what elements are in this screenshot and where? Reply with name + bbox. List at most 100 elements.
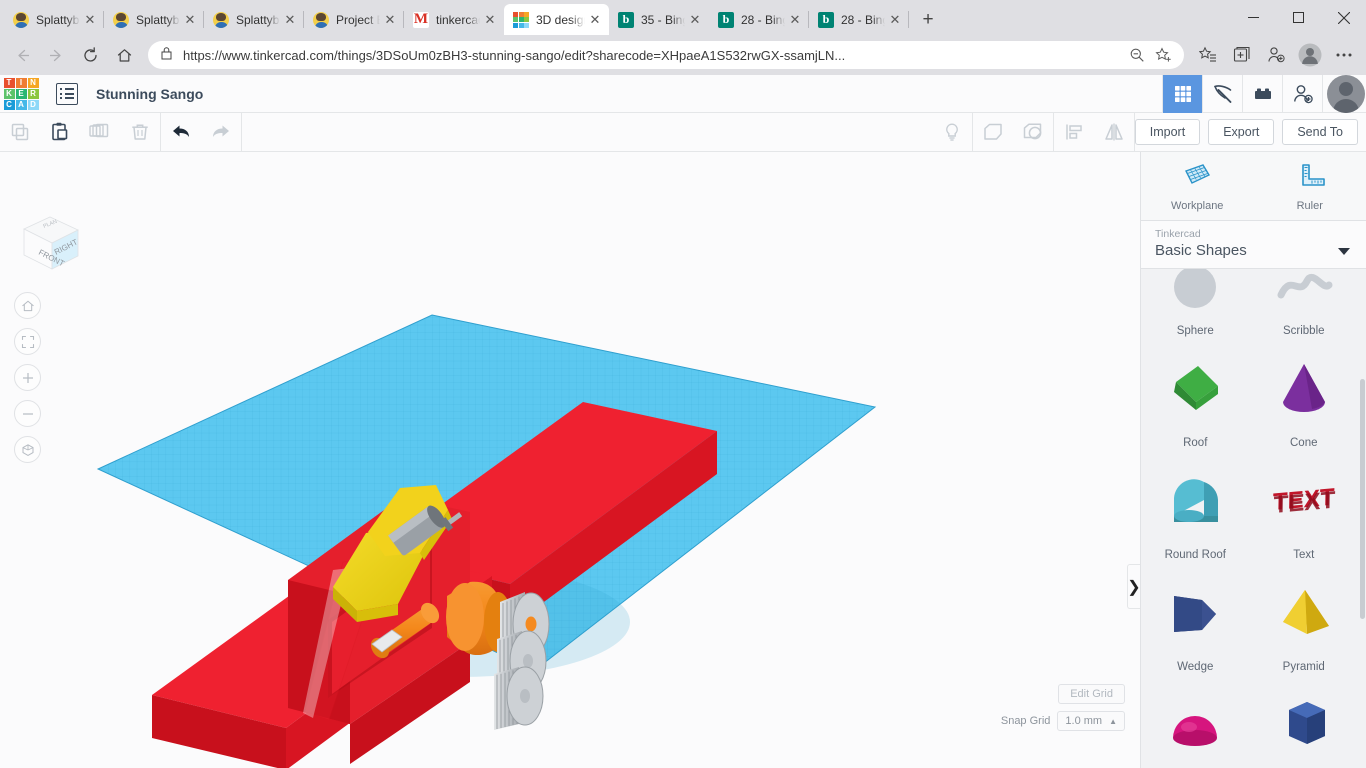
shape-label: Roof [1183,437,1207,449]
send-to-button[interactable]: Send To [1282,119,1358,145]
shape-item-polygon[interactable]: Polygon [1250,681,1359,768]
grid-gallery-icon[interactable] [1162,75,1202,113]
browser-tab[interactable]: Project Edit ✕ [304,4,404,35]
close-icon[interactable]: ✕ [380,10,400,30]
browser-tab[interactable]: Splattyboy' ✕ [204,4,304,35]
tab-title: 3D design S [536,13,585,27]
forward-arrow-icon[interactable] [40,40,72,70]
ungroup-icon[interactable] [1013,113,1053,152]
browser-tab-active[interactable]: 3D design S ✕ [504,4,609,35]
close-icon[interactable]: ✕ [585,10,605,30]
minimize-button[interactable] [1231,0,1276,35]
close-icon[interactable]: ✕ [80,10,100,30]
logo-letter: I [16,78,27,88]
close-icon[interactable]: ✕ [885,10,905,30]
shape-item-half-sphere[interactable]: Half Sphere [1141,681,1250,768]
panel-scrollbar[interactable] [1360,379,1365,619]
back-arrow-icon[interactable] [6,40,38,70]
browser-tab[interactable]: b 35 - Bing ✕ [609,4,709,35]
shape-item-cone[interactable]: Cone [1250,345,1359,457]
shape-library-select[interactable]: Tinkercad Basic Shapes [1141,221,1366,269]
browser-tab[interactable]: b 28 - Bing ✕ [709,4,809,35]
shape-item-roof[interactable]: Roof [1141,345,1250,457]
copy-icon[interactable] [0,113,40,152]
undo-icon[interactable] [161,113,201,152]
home-icon[interactable] [108,40,140,70]
browser-tab[interactable]: Splattyboy' ✕ [4,4,104,35]
shape-item-scribble[interactable]: Scribble [1250,269,1359,345]
close-icon[interactable]: ✕ [480,10,500,30]
new-tab-button[interactable]: + [913,5,943,35]
favorite-star-icon[interactable] [1150,42,1176,68]
view-cube[interactable]: FRONT RIGHT PLAN [14,207,86,279]
sphere-icon [1141,269,1250,323]
tinkercad-header: T I N K E R C A D Stunning Sango [0,75,1366,113]
3d-viewport[interactable]: FRONT RIGHT PLAN ❯ Edit [0,152,1140,768]
pickaxe-minecraft-icon[interactable] [1202,75,1242,113]
browser-profile-avatar[interactable] [1294,40,1326,70]
shape-item-text[interactable]: TEXT TEXT Text [1250,457,1359,569]
group-icon[interactable] [973,113,1013,152]
settings-more-icon[interactable] [1328,40,1360,70]
ruler-label: Ruler [1297,200,1323,212]
paste-icon[interactable] [40,113,80,152]
address-bar[interactable]: https://www.tinkercad.com/things/3DSoUm0… [148,41,1184,69]
model-gear-lower[interactable] [494,667,543,730]
collections-icon[interactable] [1226,40,1258,70]
close-icon[interactable]: ✕ [685,10,705,30]
svg-text:TEXT: TEXT [1273,487,1335,519]
panel-tools: Workplane Ruler [1141,152,1366,221]
browser-tab[interactable]: M tinkercad li ✕ [404,4,504,35]
close-icon[interactable]: ✕ [180,10,200,30]
redo-icon[interactable] [201,113,241,152]
shapes-panel: Workplane Ruler Tinkercad Basic Shapes [1140,152,1366,768]
zoom-out-icon[interactable] [14,400,41,427]
edit-grid-button[interactable]: Edit Grid [1058,684,1125,704]
shape-item-wedge[interactable]: Wedge [1141,569,1250,681]
avatar[interactable] [1322,75,1366,113]
zoom-in-icon[interactable] [14,364,41,391]
import-button[interactable]: Import [1135,119,1200,145]
lego-bricks-icon[interactable] [1242,75,1282,113]
maximize-button[interactable] [1276,0,1321,35]
profile-add-icon[interactable] [1260,40,1292,70]
tab-title: Splattyboy' [36,13,80,27]
browser-tab[interactable]: b 28 - Bing ✕ [809,4,909,35]
favorites-list-icon[interactable] [1192,40,1224,70]
bing-icon: b [818,12,834,28]
export-button[interactable]: Export [1208,119,1274,145]
panel-collapse-toggle[interactable]: ❯ [1127,564,1140,609]
browser-tab[interactable]: Splattyboy' ✕ [104,4,204,35]
page-title: Stunning Sango [96,86,203,102]
shape-item-round-roof[interactable]: Round Roof [1141,457,1250,569]
snap-grid-select[interactable]: 1.0 mm ▲ [1057,711,1125,731]
tab-title: 35 - Bing [641,13,685,27]
toolbar-divider [241,113,242,152]
tinkercad-logo-icon[interactable]: T I N K E R C A D [0,75,42,113]
editor-toolbar: Import Export Send To [0,113,1366,152]
invite-person-icon[interactable] [1282,75,1322,113]
light-bulb-icon[interactable] [932,113,972,152]
close-icon[interactable]: ✕ [280,10,300,30]
refresh-icon[interactable] [74,40,106,70]
header-actions [1162,75,1366,113]
close-window-button[interactable] [1321,0,1366,35]
workplane-tool[interactable]: Workplane [1141,162,1254,212]
mirror-icon[interactable] [1094,113,1134,152]
snap-grid-label: Snap Grid [1001,715,1051,727]
hamburger-list-icon[interactable] [56,83,78,105]
shape-list[interactable]: Sphere Scribble [1141,269,1366,768]
align-icon[interactable] [1054,113,1094,152]
shape-item-sphere[interactable]: Sphere [1141,269,1250,345]
zoom-out-icon[interactable] [1124,42,1150,68]
orthographic-perspective-icon[interactable] [14,436,41,463]
delete-trash-icon[interactable] [120,113,160,152]
home-view-icon[interactable] [14,292,41,319]
shape-label: Sphere [1177,325,1214,337]
duplicate-icon[interactable] [80,113,120,152]
fit-to-view-icon[interactable] [14,328,41,355]
close-icon[interactable]: ✕ [785,10,805,30]
workplane-icon [1180,162,1214,194]
shape-item-pyramid[interactable]: Pyramid [1250,569,1359,681]
ruler-tool[interactable]: Ruler [1254,162,1366,212]
